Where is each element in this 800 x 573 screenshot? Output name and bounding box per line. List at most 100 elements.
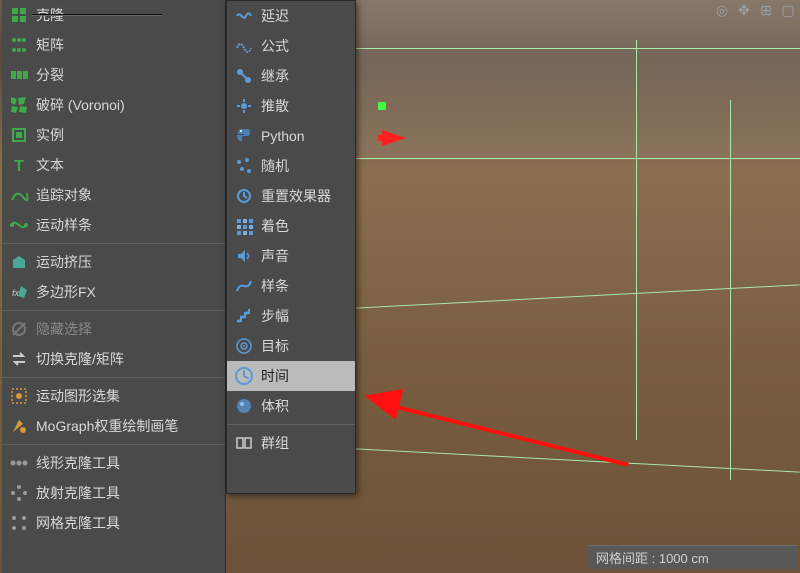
group-icon — [233, 432, 255, 454]
moselection-icon — [8, 385, 30, 407]
menu-item-split[interactable]: 分裂 — [2, 60, 225, 90]
menu-item-shader[interactable]: 着色 — [227, 211, 355, 241]
step-icon — [233, 305, 255, 327]
swap-icon — [8, 348, 30, 370]
menu-label: 目标 — [261, 336, 347, 356]
push-icon — [233, 95, 255, 117]
menu-label: Python — [261, 128, 347, 144]
menu-label: 继承 — [261, 66, 347, 86]
linear-icon — [8, 452, 30, 474]
menu-item-python[interactable]: Python — [227, 121, 355, 151]
menu-item-tracer[interactable]: 追踪对象 — [2, 180, 225, 210]
menu-item-delay[interactable]: 延迟 — [227, 1, 355, 31]
menu-item-spline[interactable]: 样条 — [227, 271, 355, 301]
viewport-toolbar: ◎ ✥ ⊞ ▢ — [714, 2, 796, 18]
menu-label: 分裂 — [36, 65, 217, 85]
volume-icon — [233, 395, 255, 417]
menu-item-voronoi[interactable]: 破碎 (Voronoi) — [2, 90, 225, 120]
menu-item-weight[interactable]: MoGraph权重绘制画笔 — [2, 411, 225, 441]
menu-item-reset[interactable]: 重置效果器 — [227, 181, 355, 211]
menu-label: 公式 — [261, 36, 347, 56]
menu-label: 运动图形选集 — [36, 386, 217, 406]
menu-item-matrix[interactable]: 矩阵 — [2, 30, 225, 60]
grid-line — [355, 158, 800, 159]
menu-label: 群组 — [261, 433, 347, 453]
menu-item-sound[interactable]: 声音 — [227, 241, 355, 271]
matrix-icon — [8, 34, 30, 56]
menu-label: 时间 — [261, 366, 347, 386]
text-icon: T — [8, 154, 30, 176]
menu-label: 实例 — [36, 125, 217, 145]
inherit-icon — [233, 65, 255, 87]
menu-item-target[interactable]: 目标 — [227, 331, 355, 361]
view-icon[interactable]: ⊞ — [758, 2, 774, 18]
shader-icon — [233, 215, 255, 237]
menu-item-linear[interactable]: 线形克隆工具 — [2, 448, 225, 478]
status-bar: 网格间距 : 1000 cm — [588, 545, 798, 569]
mograph-menu[interactable]: 克隆矩阵分裂破碎 (Voronoi) 实例 T文本追踪对象运动样条 运动挤压 fx 多边… — [2, 0, 226, 573]
menu-item-mospline[interactable]: 运动样条 — [2, 210, 225, 240]
menu-item-time[interactable]: 时间 — [227, 361, 355, 391]
view-icon[interactable]: ✥ — [736, 2, 752, 18]
menu-label: 多边形FX — [36, 282, 217, 302]
axis-marker — [378, 102, 386, 110]
menu-item-text[interactable]: T文本 — [2, 150, 225, 180]
mospline-icon — [8, 214, 30, 236]
menu-item-step[interactable]: 步幅 — [227, 301, 355, 331]
python-icon — [233, 125, 255, 147]
effector-submenu[interactable]: 延迟公式继承推散 Python 随机重置效果器着色声音样条步幅目标时间体积 群组 — [226, 0, 356, 494]
menu-item-radial[interactable]: 放射克隆工具 — [2, 478, 225, 508]
menu-item-clone[interactable]: 克隆 — [2, 0, 225, 30]
menu-item-group[interactable]: 群组 — [227, 428, 355, 458]
instance-icon — [8, 124, 30, 146]
menu-item-inherit[interactable]: 继承 — [227, 61, 355, 91]
formula-icon — [233, 35, 255, 57]
menu-label: 破碎 (Voronoi) — [36, 95, 217, 115]
sound-icon — [233, 245, 255, 267]
menu-label: 矩阵 — [36, 35, 217, 55]
weight-icon — [8, 415, 30, 437]
viewport-upper-region — [355, 0, 800, 160]
spline-icon — [233, 275, 255, 297]
menu-separator — [2, 444, 225, 445]
menu-item-hide[interactable]: 隐藏选择 — [2, 314, 225, 344]
split-icon — [8, 64, 30, 86]
polyfx-icon: fx — [8, 281, 30, 303]
grid-line — [730, 100, 731, 480]
menu-separator — [2, 377, 225, 378]
menu-item-instance[interactable]: 实例 — [2, 120, 225, 150]
menu-item-moselection[interactable]: 运动图形选集 — [2, 381, 225, 411]
menu-item-volume[interactable]: 体积 — [227, 391, 355, 421]
hide-icon — [8, 318, 30, 340]
menu-item-random[interactable]: 随机 — [227, 151, 355, 181]
menu-item-grid[interactable]: 网格克隆工具 — [2, 508, 225, 538]
menu-label: 克隆 — [36, 5, 217, 25]
menu-label: 随机 — [261, 156, 347, 176]
menu-label: 推散 — [261, 96, 347, 116]
menu-label: 网格克隆工具 — [36, 513, 217, 533]
view-icon[interactable]: ◎ — [714, 2, 730, 18]
menu-item-polyfx[interactable]: fx 多边形FX — [2, 277, 225, 307]
grid-line — [355, 48, 800, 49]
menu-label: 体积 — [261, 396, 347, 416]
menu-label: 运动样条 — [36, 215, 217, 235]
menu-item-moextrude[interactable]: 运动挤压 — [2, 247, 225, 277]
menu-item-formula[interactable]: 公式 — [227, 31, 355, 61]
axis-x-arrow — [382, 130, 406, 146]
radial-icon — [8, 482, 30, 504]
clone-icon — [8, 4, 30, 26]
menu-item-push[interactable]: 推散 — [227, 91, 355, 121]
grid-line — [355, 284, 799, 308]
menu-label: 切换克隆/矩阵 — [36, 349, 217, 369]
tracer-icon — [8, 184, 30, 206]
grid-line — [636, 40, 637, 440]
menu-separator — [227, 424, 355, 425]
menu-label: 延迟 — [261, 6, 347, 26]
menu-label: 线形克隆工具 — [36, 453, 217, 473]
view-icon[interactable]: ▢ — [780, 2, 796, 18]
moextrude-icon — [8, 251, 30, 273]
random-icon — [233, 155, 255, 177]
menu-label: 放射克隆工具 — [36, 483, 217, 503]
menu-separator — [2, 243, 225, 244]
menu-item-swap[interactable]: 切换克隆/矩阵 — [2, 344, 225, 374]
